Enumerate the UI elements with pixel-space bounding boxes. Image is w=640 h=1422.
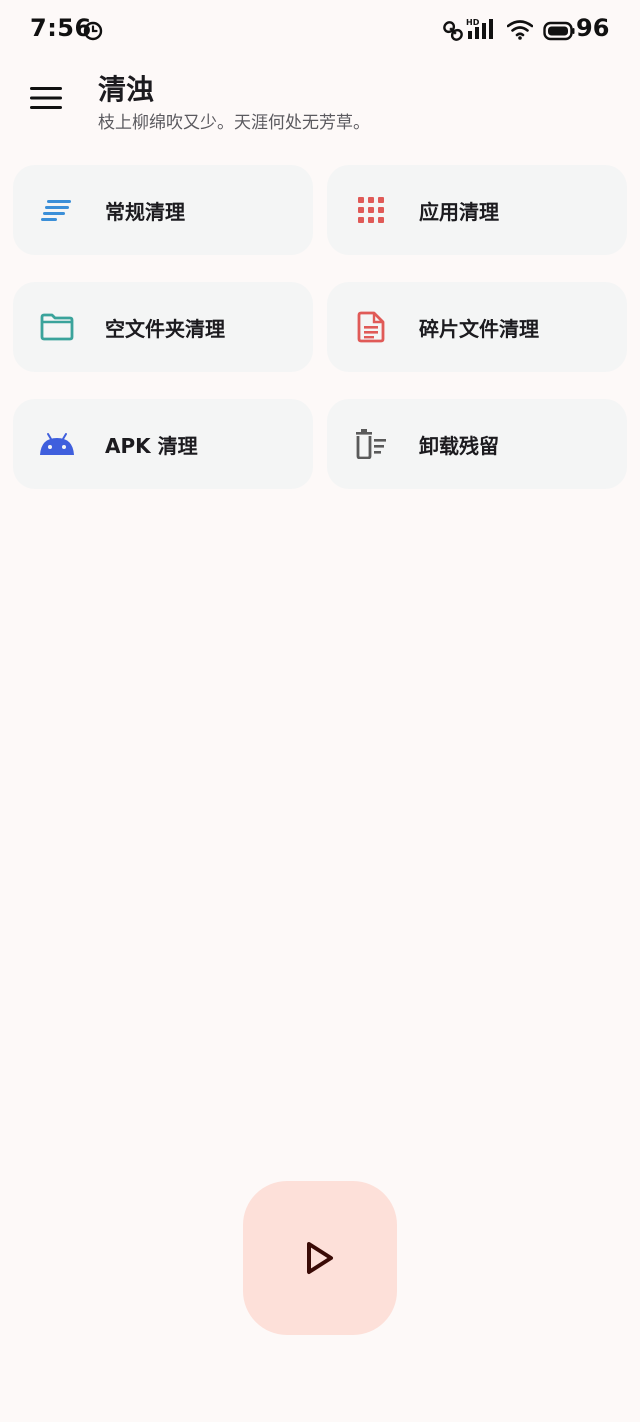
empty-folder-clean-label: 空文件夹清理 (105, 317, 225, 341)
hamburger-menu-icon (30, 87, 62, 109)
document-icon (353, 309, 389, 345)
app-subtitle: 枝上柳绵吹又少。天涯何处无芳草。 (98, 113, 370, 133)
app-clean-card[interactable]: 应用清理 (327, 165, 627, 255)
svg-text:HD: HD (466, 18, 480, 27)
battery-level: 96 (576, 14, 610, 42)
general-clean-icon (39, 192, 75, 228)
general-clean-label: 常规清理 (105, 200, 185, 224)
trash-list-icon (353, 426, 389, 462)
menu-button[interactable] (20, 76, 72, 120)
uninstall-residue-label: 卸载残留 (419, 434, 499, 458)
apps-grid-icon (353, 192, 389, 228)
folder-icon (39, 309, 75, 345)
app-clean-label: 应用清理 (419, 200, 499, 224)
app-title: 清浊 (98, 73, 155, 106)
battery-icon (543, 21, 575, 45)
general-clean-card[interactable]: 常规清理 (13, 165, 313, 255)
fragment-file-clean-label: 碎片文件清理 (419, 317, 539, 341)
play-icon (307, 1242, 333, 1274)
clock-icon (83, 21, 103, 45)
fragment-file-clean-card[interactable]: 碎片文件清理 (327, 282, 627, 372)
hd-signal-icon: HD (466, 17, 496, 47)
wifi-icon (506, 20, 534, 44)
uninstall-residue-card[interactable]: 卸载残留 (327, 399, 627, 489)
apk-clean-label: APK 清理 (105, 434, 198, 458)
start-clean-button[interactable] (243, 1181, 397, 1335)
empty-folder-clean-card[interactable]: 空文件夹清理 (13, 282, 313, 372)
link-icon (443, 19, 463, 47)
android-icon (39, 426, 75, 462)
apk-clean-card[interactable]: APK 清理 (13, 399, 313, 489)
status-bar: 7:56 HD 96 (0, 0, 640, 62)
